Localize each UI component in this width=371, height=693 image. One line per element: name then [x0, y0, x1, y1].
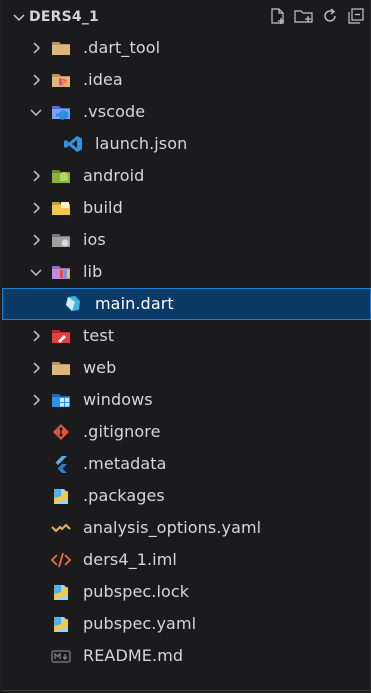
- tree-item-label: .packages: [83, 486, 165, 505]
- collapse-all-icon[interactable]: [346, 5, 366, 27]
- tree-folder-idea[interactable]: .idea: [2, 64, 371, 96]
- tree-item-label: ios: [83, 230, 106, 249]
- tree-item-label: .idea: [83, 70, 123, 89]
- tree-file-pubspec-yaml[interactable]: pubspec.yaml: [2, 608, 371, 640]
- tree-item-label: lib: [83, 262, 103, 281]
- chevron-right-icon[interactable]: [28, 328, 44, 344]
- tree-folder-web[interactable]: web: [2, 352, 371, 384]
- tree-item-label: pubspec.lock: [83, 582, 190, 601]
- tree-item-label: analysis_options.yaml: [83, 518, 262, 537]
- tree-item-label: .metadata: [83, 454, 167, 473]
- tree-file-readme-md[interactable]: README.md: [2, 640, 371, 672]
- test-folder-icon: [52, 330, 70, 343]
- tree-item-label: launch.json: [95, 134, 188, 153]
- chevron-right-icon[interactable]: [28, 392, 44, 408]
- file-tree: .dart_tool .idea .vscode launch.json android…: [2, 32, 371, 672]
- android-folder-icon: [52, 170, 70, 183]
- explorer-actions: [268, 5, 366, 27]
- lib-folder-icon: [52, 266, 70, 279]
- vscode-folder-icon: [52, 106, 70, 120]
- chevron-right-icon[interactable]: [28, 360, 44, 376]
- git-file-icon: [53, 424, 69, 440]
- folder-icon: [52, 362, 70, 375]
- xml-file-icon: [51, 552, 71, 568]
- idea-folder-icon: [52, 74, 70, 87]
- tree-item-label: .vscode: [83, 102, 146, 121]
- tree-file-gitignore[interactable]: .gitignore: [2, 416, 371, 448]
- chevron-right-icon[interactable]: [28, 168, 44, 184]
- dart-file-icon: [66, 296, 80, 311]
- chevron-right-icon[interactable]: [28, 200, 44, 216]
- yaml-file-icon: [51, 523, 71, 533]
- tree-file-metadata[interactable]: .metadata: [2, 448, 371, 480]
- tree-item-label: web: [83, 358, 117, 377]
- windows-folder-icon: [52, 394, 70, 407]
- new-folder-icon[interactable]: [294, 5, 314, 27]
- tree-folder-windows[interactable]: windows: [2, 384, 371, 416]
- tree-item-label: build: [83, 198, 123, 217]
- tree-item-label: ders4_1.iml: [83, 550, 177, 569]
- new-file-icon[interactable]: [268, 5, 288, 27]
- workspace-title: DERS4_1: [29, 9, 99, 25]
- tree-file-pubspec-lock[interactable]: pubspec.lock: [2, 576, 371, 608]
- tree-folder-dart-tool[interactable]: .dart_tool: [2, 32, 371, 64]
- tree-item-label: android: [83, 166, 145, 185]
- tree-item-label: windows: [83, 390, 153, 409]
- tree-file-launch-json[interactable]: launch.json: [2, 128, 371, 160]
- tree-folder-test[interactable]: test: [2, 320, 371, 352]
- tree-file-analysis-options-yaml[interactable]: analysis_options.yaml: [2, 512, 371, 544]
- tree-folder-android[interactable]: android: [2, 160, 371, 192]
- explorer-header[interactable]: DERS4_1: [2, 0, 370, 34]
- chevron-right-icon[interactable]: [28, 232, 44, 248]
- chevron-right-icon[interactable]: [28, 40, 44, 56]
- package-file-icon: [54, 585, 68, 600]
- tree-folder-build[interactable]: build: [2, 192, 371, 224]
- folder-icon: [52, 42, 70, 55]
- tree-item-label: README.md: [83, 646, 184, 665]
- tree-file-main-dart[interactable]: main.dart: [2, 288, 371, 320]
- tree-folder-lib[interactable]: lib: [2, 256, 371, 288]
- tree-item-label: pubspec.yaml: [83, 614, 197, 633]
- markdown-file-icon: [51, 650, 71, 663]
- ios-folder-icon: [52, 234, 70, 247]
- tree-item-label: .gitignore: [83, 422, 161, 441]
- build-folder-icon: [52, 202, 70, 215]
- tree-item-label: test: [83, 326, 115, 345]
- tree-file-ders4-1-iml[interactable]: ders4_1.iml: [2, 544, 371, 576]
- package-file-icon: [54, 617, 68, 632]
- tree-file-packages[interactable]: .packages: [2, 480, 371, 512]
- refresh-icon[interactable]: [320, 5, 340, 27]
- chevron-right-icon[interactable]: [28, 72, 44, 88]
- explorer-panel: DERS4_1 .dart_tool .idea .vscode launch.jso…: [2, 0, 371, 691]
- chevron-down-icon[interactable]: [28, 264, 44, 280]
- tree-folder-ios[interactable]: ios: [2, 224, 371, 256]
- tree-folder-vscode[interactable]: .vscode: [2, 96, 371, 128]
- vscode-file-icon: [64, 136, 82, 152]
- tree-item-label: .dart_tool: [83, 38, 161, 57]
- package-file-icon: [54, 489, 68, 504]
- flutter-file-icon: [55, 456, 67, 473]
- chevron-down-icon[interactable]: [11, 9, 27, 25]
- tree-item-label: main.dart: [95, 294, 174, 313]
- chevron-down-icon[interactable]: [28, 104, 44, 120]
